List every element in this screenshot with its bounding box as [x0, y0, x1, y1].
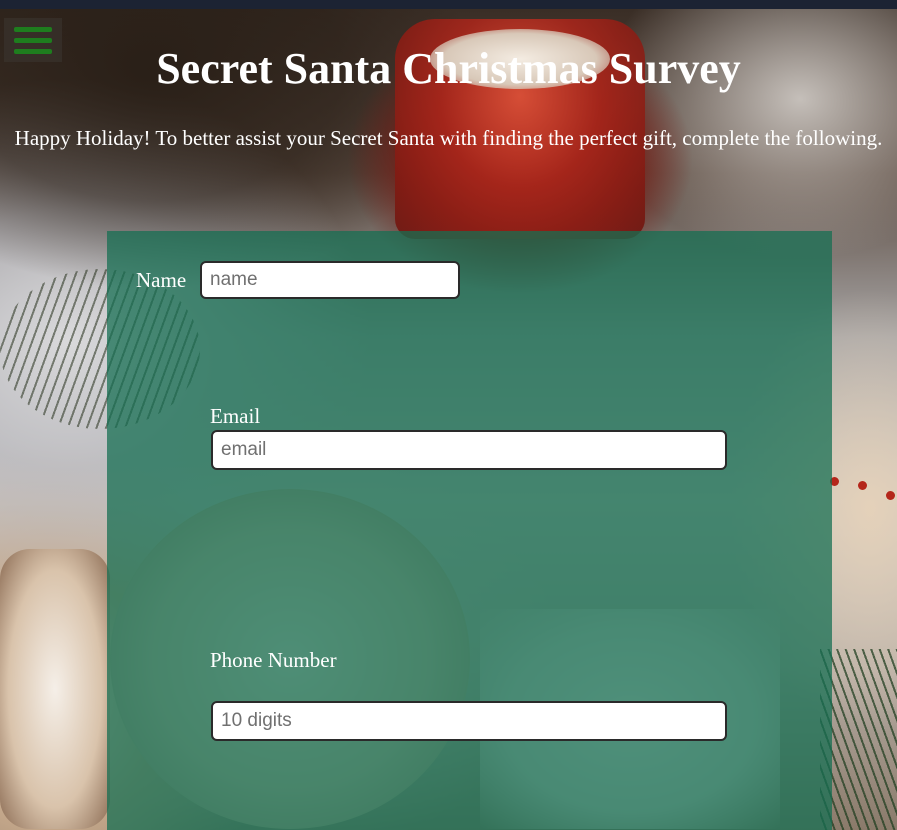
name-input[interactable] — [200, 261, 460, 299]
phone-input[interactable] — [211, 701, 727, 741]
phone-label: Phone Number — [210, 648, 337, 672]
hamburger-menu-button[interactable] — [4, 18, 62, 62]
marshmallow-decoration — [0, 549, 110, 829]
name-label: Name — [136, 268, 187, 292]
hamburger-menu-icon — [14, 27, 52, 32]
email-label: Email — [210, 404, 261, 428]
berries-decoration — [830, 477, 897, 507]
page-title: Secret Santa Christmas Survey — [156, 44, 741, 93]
top-bar — [0, 0, 897, 9]
hamburger-menu-icon-bar — [14, 38, 52, 43]
survey-form: Name Email Phone Number — [107, 231, 832, 830]
intro-text: Happy Holiday! To better assist your Sec… — [14, 126, 883, 150]
hamburger-menu-icon-bar — [14, 49, 52, 54]
email-input[interactable] — [211, 430, 727, 470]
